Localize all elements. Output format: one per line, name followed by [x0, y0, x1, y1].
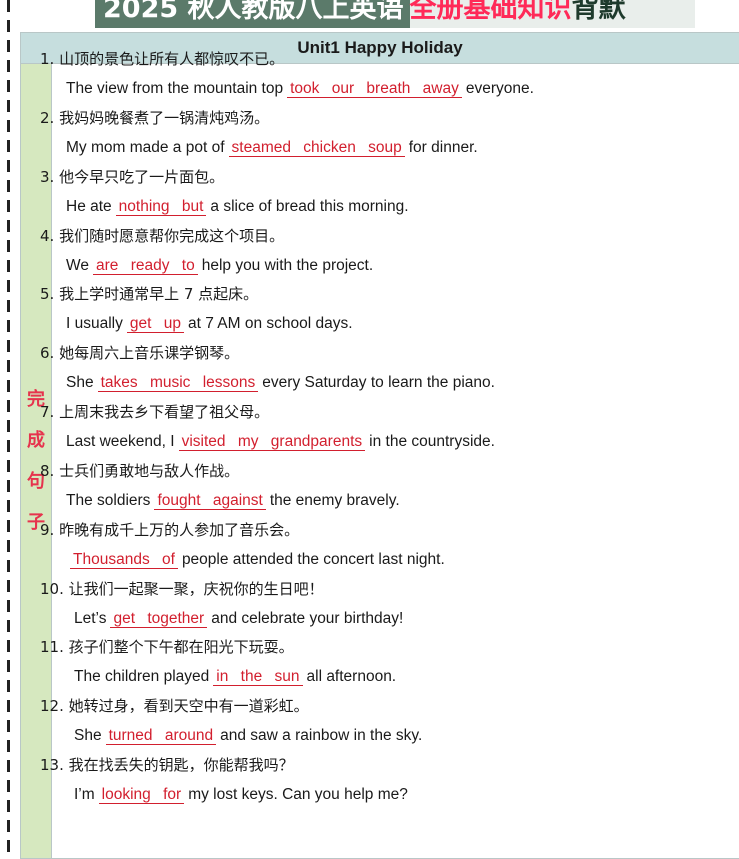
item-number: 11. [40, 638, 64, 657]
exercise-item: 1. 山顶的景色让所有人都惊叹不已。 The view from the mou… [40, 44, 739, 103]
chinese-sentence: 他今早只吃了一片面包。 [59, 167, 225, 186]
sentence-after: every Saturday to learn the piano. [262, 374, 495, 392]
item-number: 8. [40, 461, 55, 480]
chinese-sentence: 孩子们整个下午都在阳光下玩耍。 [68, 638, 294, 657]
answer-blank: are ready to [92, 257, 198, 275]
chinese-sentence: 山顶的景色让所有人都惊叹不已。 [59, 50, 285, 68]
sentence-before: Last weekend, I [66, 433, 175, 451]
answer-blank: get up [126, 315, 184, 334]
exercise-item: 6. 她每周六上音乐课学钢琴。 She takes music lessons ev… [40, 338, 739, 397]
title-part-1: 2025 秋人教版八上英语 [95, 0, 410, 28]
exercise-item: 10. 让我们一起聚一聚，庆祝你的生日吧！ Let’s get together a… [40, 574, 739, 633]
sentence-after: at 7 AM on school days. [187, 315, 353, 333]
sentence-after: my lost keys. Can you help me? [188, 786, 408, 804]
chinese-sentence: 昨晚有成千上万的人参加了音乐会。 [59, 520, 300, 539]
answer-blank: steamed chicken soup [228, 139, 405, 157]
exercise-item: 12. 她转过身，看到天空中有一道彩虹。 She turned around and… [40, 691, 739, 750]
sentence-after: and saw a rainbow in the sky. [220, 727, 423, 745]
exercise-item: 13. 我在找丢失的钥匙，你能帮我吗？ I’m looking for my los… [40, 750, 739, 809]
answer-blank: took our breath away [287, 80, 462, 98]
title-part-2: 全册基础知识 [409, 0, 572, 24]
sentence-before: I usually [66, 315, 123, 333]
exercise-item: 11. 孩子们整个下午都在阳光下玩耍。 The children played i… [40, 632, 739, 691]
sentence-after: all afternoon. [306, 668, 397, 686]
chinese-sentence: 士兵们勇敢地与敌人作战。 [59, 461, 240, 480]
exercise-item: 2. 我妈妈晚餐煮了一锅清炖鸡汤。 My mom made a pot of st… [40, 103, 739, 162]
item-number: 9. [40, 520, 55, 539]
answer-blank: in the sun [213, 668, 303, 687]
exercise-item: 9. 昨晚有成千上万的人参加了音乐会。 Thousands of people a… [40, 515, 739, 574]
sentence-after: people attended the concert last night. [181, 550, 445, 568]
item-number: 12. [40, 697, 64, 716]
chinese-sentence: 她每周六上音乐课学钢琴。 [59, 344, 240, 363]
answer-blank: visited my grandparents [178, 433, 366, 452]
item-number: 2. [40, 108, 55, 127]
answer-blank: Thousands of [70, 551, 178, 569]
title-part-3: 背默 [571, 0, 626, 24]
chinese-sentence: 上周末我去乡下看望了祖父母。 [59, 403, 270, 422]
exercise-item: 4. 我们随时愿意帮你完成这个项目。 We are ready to help yo… [40, 221, 739, 280]
item-number: 1. [40, 50, 55, 68]
chinese-sentence: 她转过身，看到天空中有一道彩虹。 [68, 697, 309, 716]
item-number: 3. [40, 167, 55, 186]
chinese-sentence: 让我们一起聚一聚，庆祝你的生日吧！ [68, 579, 324, 598]
sentence-after: for dinner. [408, 138, 478, 156]
sentence-after: in the countryside. [369, 433, 495, 451]
sentence-before: He ate [66, 197, 112, 215]
exercise-item: 7. 上周末我去乡下看望了祖父母。 Last weekend, Ivisited… [40, 397, 739, 456]
answer-blank: takes music lessons [97, 374, 259, 393]
sentence-after: help you with the project. [201, 256, 374, 274]
answer-blank: get together [110, 610, 208, 628]
item-number: 10. [40, 579, 64, 598]
answer-blank: turned around [105, 727, 217, 746]
item-number: 13. [40, 756, 64, 775]
chinese-sentence: 我在找丢失的钥匙，你能帮我吗？ [68, 756, 294, 775]
chinese-sentence: 我上学时通常早上 7 点起床。 [59, 285, 259, 304]
sentence-after: everyone. [465, 80, 534, 97]
left-dashed-border [7, 0, 10, 859]
sentence-after: the enemy bravely. [269, 491, 400, 509]
sentence-before: She [66, 374, 94, 392]
item-number: 4. [40, 226, 55, 245]
sentence-before: The soldiers [66, 491, 151, 509]
sentence-before: I’m [74, 786, 95, 804]
answer-blank: fought against [154, 492, 266, 510]
page-title: 2025 秋人教版八上英语 全册基础知识背默 [95, 0, 695, 28]
answer-blank: nothing but [115, 198, 207, 216]
chinese-sentence: 我们随时愿意帮你完成这个项目。 [59, 226, 285, 245]
exercise-list: 1. 山顶的景色让所有人都惊叹不已。 The view from the mou… [40, 44, 739, 809]
item-number: 5. [40, 285, 55, 304]
sentence-before: Let’s [74, 609, 107, 627]
sentence-after: and celebrate your birthday! [211, 609, 404, 627]
sentence-before: My mom made a pot of [66, 138, 225, 156]
chinese-sentence: 我妈妈晚餐煮了一锅清炖鸡汤。 [59, 108, 270, 127]
sentence-before: The children played [74, 668, 210, 686]
sentence-before: The view from the mountain top [66, 80, 284, 97]
item-number: 6. [40, 344, 55, 363]
sentence-before: We [66, 256, 89, 274]
sentence-before: She [74, 727, 102, 745]
exercise-item: 8. 士兵们勇敢地与敌人作战。 The soldiers fought again… [40, 456, 739, 515]
exercise-item: 5. 我上学时通常早上 7 点起床。 I usually get up at 7 A… [40, 279, 739, 338]
sentence-after: a slice of bread this morning. [210, 197, 409, 215]
exercise-item: 3. 他今早只吃了一片面包。 He ate nothing but a slice … [40, 162, 739, 221]
answer-blank: looking for [98, 786, 185, 805]
item-number: 7. [40, 403, 55, 422]
